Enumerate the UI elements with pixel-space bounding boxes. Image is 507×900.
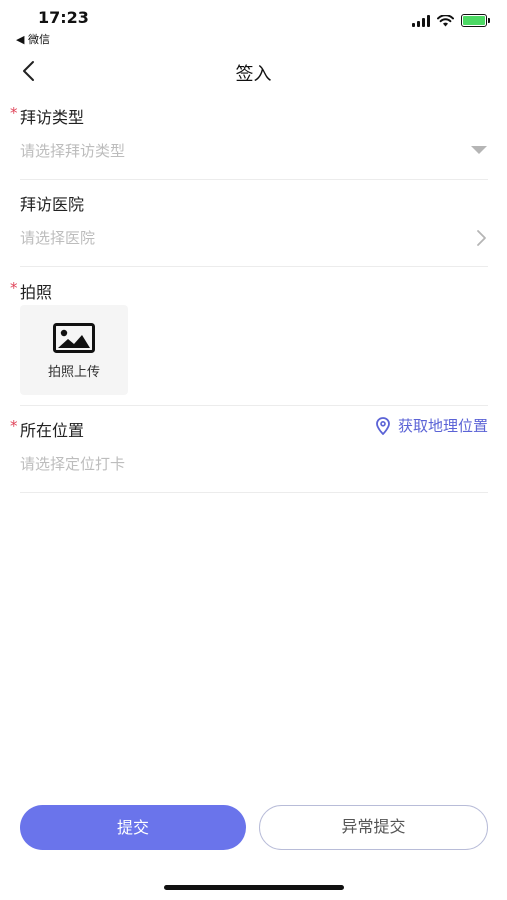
photo-label: 拍照 bbox=[20, 283, 53, 302]
required-mark: * bbox=[10, 279, 18, 297]
required-mark: * bbox=[10, 104, 18, 122]
checkin-page: 17:23 ◀ 微信 签入 * 拜访类型 请选择拜访类型 拜访医院 请选择医院 … bbox=[0, 0, 507, 900]
status-icons bbox=[412, 14, 490, 27]
nav-bar: 签入 bbox=[0, 52, 507, 92]
status-bar: 17:23 ◀ 微信 bbox=[0, 0, 507, 48]
photo-field: * 拍照 拍照上传 bbox=[10, 279, 488, 406]
signal-icon bbox=[412, 14, 430, 27]
location-pin-icon bbox=[376, 416, 390, 435]
wifi-icon bbox=[437, 14, 454, 26]
abnormal-submit-button[interactable]: 异常提交 bbox=[259, 805, 488, 850]
home-indicator bbox=[164, 885, 344, 890]
visit-type-field[interactable]: * 拜访类型 请选择拜访类型 bbox=[10, 104, 488, 180]
page-title: 签入 bbox=[235, 64, 272, 85]
back-to-app-link[interactable]: ◀ 微信 bbox=[16, 31, 50, 47]
chevron-right-icon[interactable] bbox=[474, 229, 488, 247]
get-location-label: 获取地理位置 bbox=[397, 417, 488, 435]
location-field: * 所在位置 获取地理位置 请选择定位打卡 bbox=[10, 415, 488, 493]
submit-button[interactable]: 提交 bbox=[20, 805, 246, 850]
visit-type-label: 拜访类型 bbox=[20, 108, 85, 127]
hospital-field[interactable]: 拜访医院 请选择医院 bbox=[20, 191, 488, 267]
hospital-label: 拜访医院 bbox=[20, 195, 85, 214]
required-mark: * bbox=[10, 417, 18, 435]
location-label: 所在位置 bbox=[20, 421, 85, 440]
photo-upload-label: 拍照上传 bbox=[47, 365, 100, 380]
location-input[interactable]: 请选择定位打卡 bbox=[20, 453, 125, 474]
dropdown-triangle-icon[interactable] bbox=[470, 144, 488, 156]
visit-type-select[interactable]: 请选择拜访类型 bbox=[20, 140, 125, 161]
hospital-select[interactable]: 请选择医院 bbox=[20, 227, 95, 248]
photo-upload-button[interactable]: 拍照上传 bbox=[20, 305, 128, 395]
image-icon bbox=[53, 323, 95, 353]
battery-icon bbox=[461, 14, 490, 27]
get-location-button[interactable]: 获取地理位置 bbox=[376, 415, 488, 436]
status-time: 17:23 bbox=[38, 8, 89, 27]
